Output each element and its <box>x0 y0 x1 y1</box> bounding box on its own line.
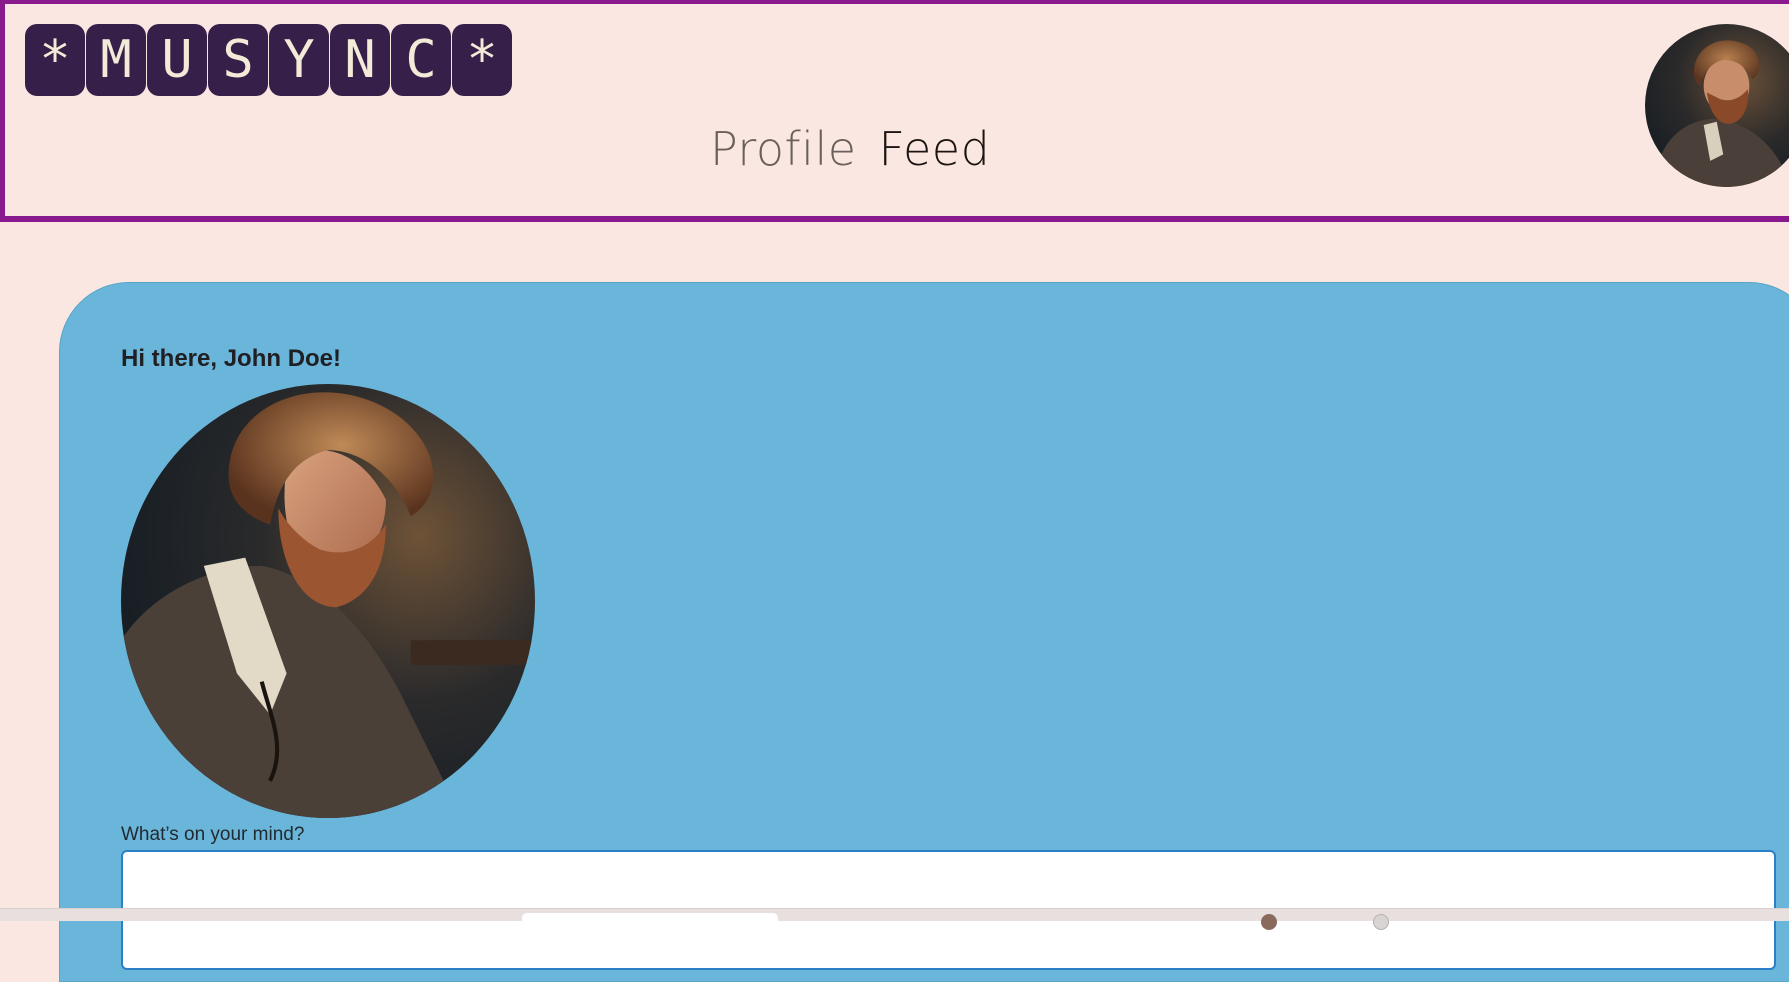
logo-tile: S <box>208 24 268 96</box>
logo-tile: N <box>330 24 390 96</box>
composer-label: What’s on your mind? <box>121 824 305 845</box>
taskbar-app-icon[interactable] <box>1373 914 1389 930</box>
logo-tile: C <box>391 24 451 96</box>
user-portrait-icon <box>121 384 535 818</box>
taskbar-strip <box>0 908 1789 930</box>
header-avatar[interactable] <box>1645 24 1789 187</box>
logo-letter: N <box>344 30 376 90</box>
logo-letter: S <box>222 30 254 90</box>
nav-profile-link[interactable]: Profile <box>710 122 857 176</box>
nav-feed-link[interactable]: Feed <box>879 122 991 176</box>
logo-letter: M <box>100 30 132 90</box>
logo-tile: M <box>86 24 146 96</box>
taskbar-app-icon[interactable] <box>1261 914 1277 930</box>
logo-tile: * <box>452 24 512 96</box>
greeting-heading: Hi there, John Doe! <box>121 345 342 372</box>
logo-letter: Y <box>283 30 315 90</box>
logo-letter: C <box>405 30 437 90</box>
logo-letter: U <box>161 30 193 90</box>
profile-card: Hi there, John Doe! What’s on your mind? <box>59 282 1789 982</box>
top-header: * M U S Y N C * Profile Feed <box>0 0 1789 222</box>
logo-letter: * <box>466 30 498 90</box>
logo-letter: * <box>39 30 71 90</box>
logo-tile: Y <box>269 24 329 96</box>
musync-logo[interactable]: * M U S Y N C * <box>25 24 512 96</box>
user-portrait-icon <box>1645 24 1789 187</box>
logo-tile: * <box>25 24 85 96</box>
profile-avatar <box>121 384 535 818</box>
main-nav: Profile Feed <box>710 122 990 176</box>
logo-tile: U <box>147 24 207 96</box>
